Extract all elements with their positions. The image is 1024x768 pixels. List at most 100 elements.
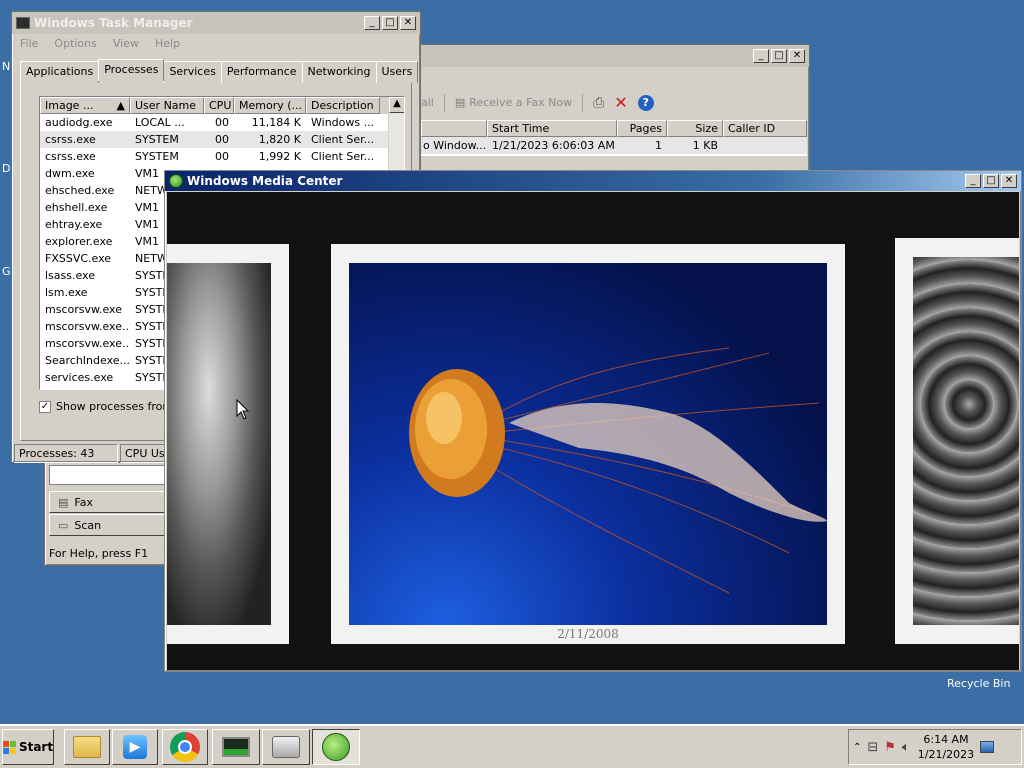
previous-photo[interactable] [167, 244, 289, 644]
tab-networking[interactable]: Networking [301, 61, 377, 83]
taskbar-task-manager[interactable] [212, 729, 260, 765]
cell-desc: Client Ser... [311, 150, 375, 163]
close-button[interactable]: ✕ [400, 16, 416, 30]
col-image-name[interactable]: Image ... ▲ [40, 97, 130, 114]
menu-help[interactable]: Help [155, 37, 180, 50]
taskbar-fax-scan[interactable] [262, 729, 310, 765]
fax-row[interactable]: o Window... 1/21/2023 6:06:03 AM 1 1 KB [421, 137, 807, 154]
task-manager-status-bar: Processes: 43 CPU Usa [14, 444, 180, 463]
cell-image: SearchIndexe... [45, 354, 130, 367]
fax-icon: ▤ [58, 495, 69, 509]
cell-image: mscorsvw.exe... [45, 337, 130, 350]
cell-image: dwm.exe [45, 167, 95, 180]
grayscale-photo-left [167, 263, 271, 625]
taskbar: Start ▶ ⌃ ⊟ ⚑ 🔈︎ 6:14 AM 1/21/2023 [0, 724, 1024, 768]
cell-image: ehtray.exe [45, 218, 103, 231]
col-size[interactable]: Size [667, 120, 723, 137]
cell-user: LOCAL ... [135, 116, 185, 129]
col-pages[interactable]: Pages [617, 120, 667, 137]
cell-image: mscorsvw.exe [45, 303, 122, 316]
fax-printer-icon [272, 736, 300, 758]
mouse-cursor-icon [236, 399, 250, 420]
cell-desc: Windows ... [311, 116, 375, 129]
action-center-icon[interactable]: ⚑ [884, 740, 896, 755]
folder-icon [73, 736, 101, 758]
cell-image: audiodg.exe [45, 116, 113, 129]
chrome-icon [170, 732, 200, 762]
maximize-button[interactable]: □ [771, 49, 787, 63]
fax-list: Start Time Pages Size Caller ID o Window… [421, 120, 807, 156]
scroll-up-button[interactable]: ▲ [389, 97, 404, 113]
tab-users[interactable]: Users [375, 61, 419, 83]
current-photo[interactable]: 2/11/2008 [331, 244, 845, 644]
show-hidden-icons-icon[interactable]: ⌃ [853, 742, 861, 753]
col-description[interactable]: Description [306, 97, 380, 114]
table-row[interactable]: audiodg.exe LOCAL ... 00 11,184 K Windows ..… [40, 114, 404, 131]
minimize-button[interactable]: _ [753, 49, 769, 63]
folder-pane: ▤ Fax ▭ Scan [49, 465, 167, 545]
cell-image: ehshell.exe [45, 201, 108, 214]
task-manager-icon [16, 17, 30, 29]
help-icon[interactable]: ? [637, 94, 654, 111]
taskbar-media-center[interactable] [312, 729, 360, 765]
maximize-button[interactable]: □ [382, 16, 398, 30]
cell-desc: Client Ser... [311, 133, 375, 146]
cell-mem: 1,820 K [258, 133, 301, 146]
col-user-name[interactable]: User Name [130, 97, 204, 114]
menu-file[interactable]: File [20, 37, 38, 50]
media-center-taskbar-icon [322, 733, 350, 761]
close-button[interactable]: ✕ [789, 49, 805, 63]
col-start-time[interactable]: Start Time [487, 120, 617, 137]
show-desktop-icon[interactable] [980, 741, 995, 753]
col-cpu[interactable]: CPU [204, 97, 234, 114]
table-row[interactable]: csrss.exe SYSTEM 00 1,992 K Client Ser... [40, 148, 404, 165]
cell-image: ehsched.exe [45, 184, 115, 197]
volume-icon[interactable]: 🔈︎ [902, 740, 910, 755]
cell-image: mscorsvw.exe... [45, 320, 130, 333]
tab-processes[interactable]: Processes [98, 59, 165, 81]
receive-fax-button[interactable]: ▤ Receive a Fax Now [455, 96, 572, 109]
media-player-icon: ▶ [123, 735, 147, 759]
tab-applications[interactable]: Applications [20, 61, 100, 83]
task-manager-titlebar[interactable]: Windows Task Manager _ □ ✕ [12, 12, 420, 34]
network-icon[interactable]: ⊟ [867, 740, 878, 755]
desktop-icon-label-g: G [2, 265, 11, 278]
clock-date: 1/21/2023 [917, 748, 975, 761]
col-memory[interactable]: Memory (... [234, 97, 306, 114]
taskbar-media-player[interactable]: ▶ [112, 729, 158, 765]
cell-image: services.exe [45, 371, 114, 384]
media-center-window[interactable]: Windows Media Center _ □ ✕ 2/11/2008 [164, 170, 1022, 672]
print-icon[interactable]: ⎙ [593, 95, 604, 111]
scan-folder-button[interactable]: ▭ Scan [49, 514, 167, 536]
tab-services[interactable]: Services [163, 61, 222, 83]
fax-folder-button[interactable]: ▤ Fax [49, 491, 167, 513]
minimize-button[interactable]: _ [364, 16, 380, 30]
windows-logo-icon [2, 740, 16, 754]
delete-icon[interactable]: ✕ [614, 93, 627, 112]
col-caller-id[interactable]: Caller ID [723, 120, 807, 137]
table-row[interactable]: csrss.exe SYSTEM 00 1,820 K Client Ser... [40, 131, 404, 148]
show-all-processes-checkbox[interactable]: ✓ Show processes from a [39, 400, 183, 413]
minimize-button[interactable]: _ [965, 174, 981, 188]
cell-cpu: 00 [215, 133, 229, 146]
start-button[interactable]: Start [2, 729, 54, 765]
status-processes: Processes: 43 [14, 444, 118, 463]
cell-image: explorer.exe [45, 235, 113, 248]
next-photo[interactable] [895, 238, 1019, 644]
task-manager-taskbar-icon [222, 737, 250, 757]
media-center-logo-icon [169, 174, 183, 188]
close-button[interactable]: ✕ [1001, 174, 1017, 188]
taskbar-explorer[interactable] [64, 729, 110, 765]
menu-options[interactable]: Options [54, 37, 96, 50]
clock[interactable]: 6:14 AM 1/21/2023 [918, 732, 974, 762]
email-button[interactable]: ail [421, 96, 434, 109]
cell-image: lsm.exe [45, 286, 88, 299]
maximize-button[interactable]: □ [983, 174, 999, 188]
media-center-titlebar[interactable]: Windows Media Center _ □ ✕ [165, 171, 1021, 191]
tab-performance[interactable]: Performance [220, 61, 303, 83]
menu-view[interactable]: View [113, 37, 139, 50]
col-blank[interactable] [421, 120, 487, 137]
taskbar-chrome[interactable] [162, 729, 208, 765]
recycle-bin-label[interactable]: Recycle Bin [947, 677, 1010, 690]
sort-up-icon: ▲ [116, 99, 125, 112]
